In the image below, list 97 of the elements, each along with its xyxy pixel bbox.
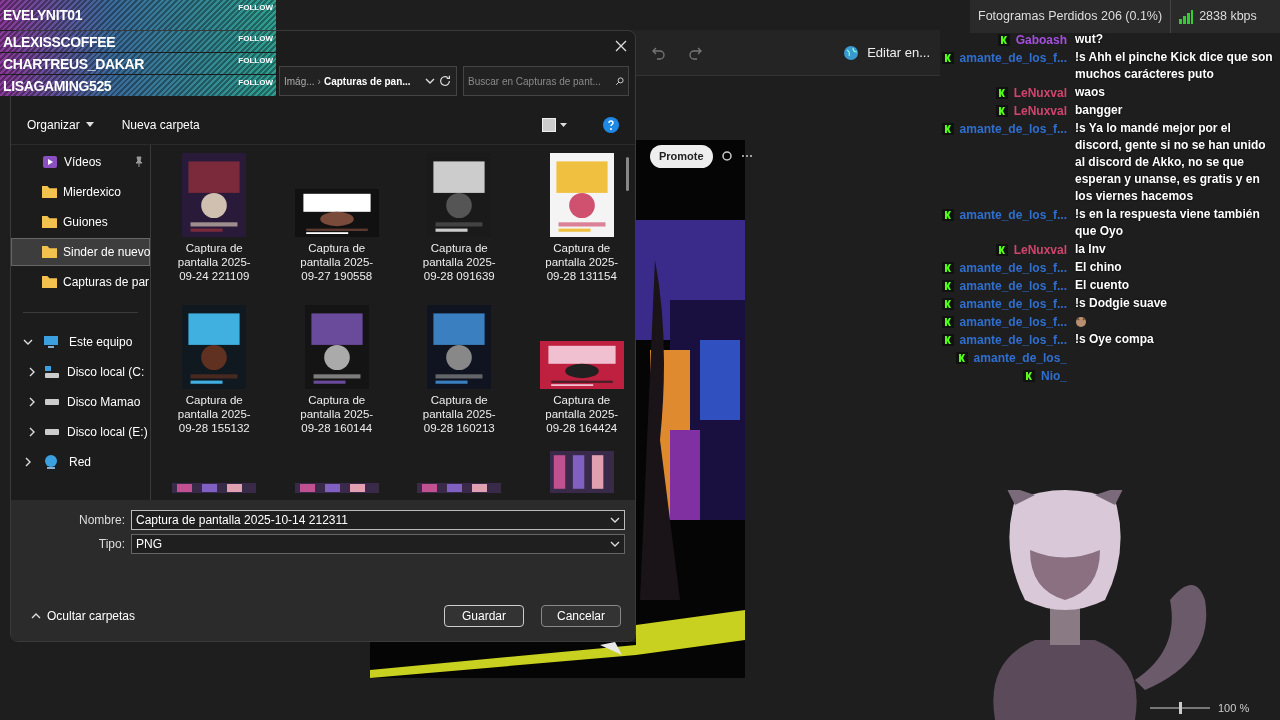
- file-item[interactable]: Captura de pantalla 2025-09-28 160144: [283, 303, 390, 455]
- chat-message: !s Oye compa: [1075, 331, 1155, 348]
- file-item[interactable]: Captura de pantalla 2025-09-24 221109: [161, 151, 268, 303]
- badge-icon: [941, 297, 954, 310]
- folder-icon: [42, 216, 57, 228]
- chevron-up-icon: [31, 611, 41, 621]
- file-item[interactable]: Captura de pantalla 2025-09-28 131154: [528, 151, 635, 303]
- file-item[interactable]: Captura de pantalla 2025-09-28 164424: [528, 303, 635, 455]
- tree-item[interactable]: Este equipo: [11, 327, 150, 357]
- video-icon: [42, 154, 58, 170]
- dropdown-chevron-icon: [610, 539, 620, 549]
- close-icon[interactable]: [615, 40, 627, 52]
- view-icon[interactable]: [541, 117, 569, 132]
- emote-icon: [1075, 315, 1087, 327]
- monitor-icon: [43, 334, 59, 350]
- zoom-level-text: 100 %: [1218, 701, 1250, 716]
- chat-message: wut?: [1075, 31, 1104, 48]
- chat-username[interactable]: Gaboash: [1015, 30, 1067, 49]
- cancel-button[interactable]: Cancelar: [541, 605, 621, 627]
- file-item[interactable]: Captura de pantalla 2025-09-28 091639: [406, 151, 513, 303]
- scrollbar[interactable]: [626, 157, 629, 191]
- badge-icon: [997, 33, 1010, 46]
- save-button[interactable]: Guardar: [444, 605, 524, 627]
- chat-message: bangger: [1075, 102, 1124, 119]
- edit-in-button[interactable]: Editar en...: [867, 42, 930, 63]
- type-select[interactable]: PNG: [131, 534, 625, 554]
- follow-alert: EVELYNIT01 FOLLOW: [0, 0, 276, 30]
- drive-icon: [44, 364, 60, 380]
- file-item[interactable]: Captura de pantalla 2025-09-28 155132: [161, 303, 268, 455]
- sidebar-item[interactable]: Sinder de nuevo: [11, 238, 150, 266]
- badge-icon: [941, 279, 954, 292]
- sidebar-item[interactable]: Mierdexico: [11, 178, 150, 206]
- chat-message: El cuento: [1075, 277, 1130, 294]
- folder-icon: [42, 276, 57, 288]
- badge-icon: [941, 333, 954, 346]
- chevron-right-icon[interactable]: [27, 397, 37, 407]
- search-field[interactable]: Buscar en Capturas de pant...: [463, 66, 629, 96]
- new-folder-button[interactable]: Nueva carpeta: [121, 115, 200, 134]
- folder-icon: [42, 246, 57, 258]
- follow-alert: CHARTREUS_DAKAR FOLLOW: [0, 53, 276, 74]
- zoom-slider-thumb[interactable]: [1178, 702, 1182, 715]
- tree-item[interactable]: Red: [11, 447, 150, 477]
- chevron-down-icon[interactable]: [23, 337, 33, 347]
- folder-icon: [42, 186, 57, 198]
- badge-icon: [941, 261, 954, 274]
- badge-icon: [941, 208, 954, 221]
- chat-message: El chino: [1075, 259, 1123, 276]
- file-item[interactable]: Captura de pantalla 2025-09-28 160213: [406, 303, 513, 455]
- breadcrumb-separator: ›: [317, 74, 321, 89]
- badge-icon: [995, 86, 1008, 99]
- globe-icon: [843, 44, 860, 61]
- network-icon: [43, 454, 59, 470]
- drive-icon: [45, 399, 59, 405]
- chevron-right-icon[interactable]: [23, 457, 33, 467]
- field-label: Nombre:: [78, 512, 125, 529]
- search-icon[interactable]: [615, 76, 625, 86]
- organize-menu[interactable]: Organizar: [27, 115, 94, 134]
- address-bar[interactable]: Imág... › Capturas de pan...: [279, 66, 457, 96]
- signal-icon: [1179, 9, 1194, 24]
- chat-message: la Inv: [1075, 241, 1107, 258]
- follow-alert: LISAGAMING525 FOLLOW: [0, 75, 276, 96]
- sidebar-item[interactable]: Capturas de par: [11, 268, 150, 296]
- help-icon[interactable]: [603, 116, 619, 133]
- chat-message: waos: [1075, 84, 1106, 101]
- chat-message: !s Dodgie suave: [1075, 295, 1169, 312]
- badge-icon: [941, 122, 954, 135]
- sidebar-item[interactable]: Guiones: [11, 208, 150, 236]
- tree-item[interactable]: Disco local (C:: [11, 357, 150, 387]
- filename-field[interactable]: Captura de pantalla 2025-10-14 212311: [131, 510, 625, 530]
- chat-username[interactable]: LeNuxval: [1013, 83, 1067, 102]
- refresh-icon[interactable]: [438, 74, 452, 88]
- tree-item[interactable]: Disco local (E:): [11, 417, 150, 447]
- chat-username[interactable]: LeNuxval: [1013, 240, 1067, 259]
- chevron-right-icon[interactable]: [27, 367, 37, 377]
- chat-username[interactable]: LeNuxval: [1013, 101, 1067, 120]
- file-item[interactable]: Captura de pantalla 2025-09-27 190558: [283, 151, 390, 303]
- field-label: Tipo:: [97, 536, 125, 553]
- dropdown-chevron-icon: [610, 515, 620, 525]
- caret-icon: [85, 122, 94, 127]
- drive-icon: [45, 429, 59, 435]
- badge-icon: [1023, 369, 1035, 382]
- bitrate-text: 2838 kbps: [1199, 8, 1257, 26]
- dropdown-chevron-icon[interactable]: [425, 76, 435, 86]
- tree-item[interactable]: Disco Mamao: [11, 387, 150, 417]
- dropped-frames-text: Fotogramas Perdidos 206 (0.1%): [977, 8, 1164, 26]
- sidebar-item[interactable]: Vídeos: [11, 148, 150, 176]
- hide-folders-button[interactable]: Ocultar carpetas: [21, 607, 136, 625]
- badge-icon: [941, 315, 954, 328]
- badge-icon: [995, 104, 1008, 117]
- breadcrumb-item[interactable]: Capturas de pan...: [323, 73, 411, 89]
- follow-alert: ALEXISSCOFFEE FOLLOW: [0, 31, 276, 52]
- badge-icon: [955, 351, 968, 364]
- badge-icon: [941, 51, 954, 64]
- badge-icon: [995, 243, 1008, 256]
- chat-message: !s Ya lo mandé mejor por el discord, gente si no se han unido al discord de Akko, no se que esperan y unanse, es gratis y en los viernes hacemos: [1075, 120, 1267, 205]
- chevron-right-icon[interactable]: [27, 427, 37, 437]
- breadcrumb-item[interactable]: Imág...: [284, 73, 315, 89]
